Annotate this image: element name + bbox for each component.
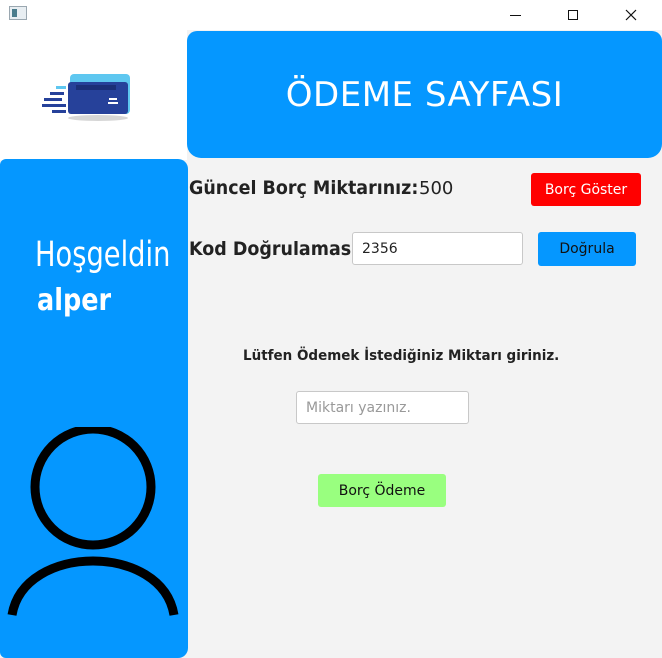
pay-debt-button[interactable]: Borç Ödeme: [318, 474, 446, 507]
app-window-icon: [9, 6, 27, 20]
show-debt-button[interactable]: Borç Göster: [531, 173, 641, 206]
username-text: alper: [37, 283, 112, 318]
sidebar: Hoşgeldin alper: [0, 159, 188, 658]
minimize-button[interactable]: [492, 0, 538, 30]
user-icon: [7, 427, 179, 617]
verification-code-input[interactable]: [352, 232, 523, 265]
page-title: ÖDEME SAYFASI: [285, 74, 564, 115]
maximize-icon: [568, 10, 578, 20]
minimize-icon: [509, 14, 521, 16]
title-bar: [0, 0, 662, 30]
code-verification-label: Kod Doğrulaması:: [189, 238, 365, 260]
current-debt-value: 500: [419, 178, 454, 199]
verify-button[interactable]: Doğrula: [538, 232, 636, 266]
current-debt-label: Güncel Borç Miktarınız:: [189, 177, 419, 199]
logo-area: [0, 30, 187, 160]
close-button[interactable]: [608, 0, 654, 30]
amount-input[interactable]: [296, 391, 469, 424]
credit-card-icon: [42, 74, 130, 121]
maximize-button[interactable]: [550, 0, 596, 30]
page-header: ÖDEME SAYFASI: [187, 31, 662, 158]
payment-instruction: Lütfen Ödemek İstediğiniz Miktarı girini…: [243, 348, 560, 364]
welcome-text: Hoşgeldin: [35, 235, 171, 275]
close-icon: [625, 9, 637, 21]
